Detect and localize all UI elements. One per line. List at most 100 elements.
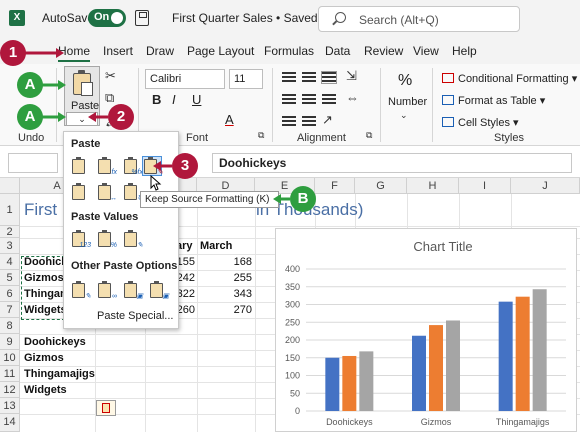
chart-bar[interactable] (446, 320, 460, 411)
chart-bar[interactable] (342, 355, 357, 411)
tab-insert[interactable]: Insert (103, 44, 133, 58)
value-cell: 255 (233, 272, 252, 284)
row-header[interactable]: 4 (0, 254, 20, 270)
alignment-dialog-launcher-icon[interactable]: ⧉ (366, 130, 372, 141)
chart-bar[interactable] (359, 351, 374, 411)
chart-bar[interactable] (429, 325, 443, 411)
row-header[interactable]: 7 (0, 302, 20, 318)
align-center-icon[interactable] (302, 94, 316, 105)
autosave-toggle[interactable]: On (88, 9, 126, 27)
chart-bar[interactable] (498, 301, 513, 411)
row-header[interactable]: 8 (0, 318, 20, 334)
font-name-select[interactable]: Calibri (145, 69, 225, 89)
chart-bar[interactable] (412, 335, 426, 411)
font-size-select[interactable]: 11 (229, 69, 263, 89)
align-bottom-icon[interactable] (321, 71, 337, 84)
chart-bar[interactable] (532, 289, 547, 411)
cut-icon[interactable]: ✂ (105, 68, 116, 84)
column-header[interactable]: G (355, 178, 407, 194)
number-format-button[interactable]: Number (388, 96, 427, 108)
y-tick-label: 200 (285, 335, 300, 345)
row-header[interactable]: 5 (0, 270, 20, 286)
keep-column-widths-icon[interactable]: ↔ (97, 183, 117, 202)
font-color-button[interactable]: A (225, 112, 234, 127)
paste-formulas-icon[interactable]: fx (97, 157, 117, 176)
document-title[interactable]: First Quarter Sales • Saved▾ (172, 11, 326, 25)
name-box[interactable] (8, 153, 58, 173)
row-header[interactable]: 14 (0, 414, 20, 432)
tab-home[interactable]: Home (58, 44, 91, 62)
select-all-corner[interactable] (0, 178, 20, 194)
row-header[interactable]: 1 (0, 194, 20, 226)
paste-link-icon[interactable]: ∞ (97, 281, 117, 300)
tab-draw[interactable]: Draw (146, 44, 174, 58)
formula-input[interactable]: Doohickeys (212, 153, 572, 173)
tab-help[interactable]: Help (452, 44, 477, 58)
save-icon[interactable] (135, 10, 149, 26)
y-tick-label: 250 (285, 317, 300, 327)
conditional-formatting-button[interactable]: Conditional Formatting ▾ (442, 72, 577, 85)
tab-review[interactable]: Review (364, 44, 403, 58)
cell-styles-button[interactable]: Cell Styles ▾ (442, 116, 519, 129)
align-left-icon[interactable] (282, 94, 296, 105)
underline-button[interactable]: U (192, 92, 201, 107)
x-tick-label: Gizmos (421, 417, 452, 427)
row-header[interactable]: 9 (0, 334, 20, 350)
transpose-icon[interactable]: ↻ (123, 183, 143, 202)
row-header[interactable]: 3 (0, 238, 20, 254)
chart-bar[interactable] (325, 357, 340, 411)
increase-indent-icon[interactable] (302, 116, 316, 127)
paste-values-heading: Paste Values (71, 211, 139, 223)
bold-button[interactable]: B (152, 92, 161, 107)
italic-button[interactable]: I (172, 92, 176, 107)
search-input[interactable]: Search (Alt+Q) (318, 6, 520, 32)
row-header[interactable]: 2 (0, 226, 20, 238)
column-header[interactable]: I (459, 178, 511, 194)
x-tick-label: Thingamajigs (496, 417, 550, 427)
column-header[interactable]: F (315, 178, 355, 194)
formatting-icon[interactable]: ✎ (71, 281, 91, 300)
tab-data[interactable]: Data (325, 44, 350, 58)
column-header[interactable]: H (407, 178, 459, 194)
row-header[interactable]: 11 (0, 366, 20, 382)
format-as-table-button[interactable]: Format as Table ▾ (442, 94, 545, 107)
values-icon[interactable]: 123 (71, 230, 91, 249)
chart-area[interactable]: Chart Title 0 50 100 150 200 250 300 350 400 Dooh… (275, 228, 577, 432)
paste-dropdown-button[interactable]: ⌄ (66, 112, 98, 126)
alignment-group-label: Alignment (297, 132, 346, 144)
font-dialog-launcher-icon[interactable]: ⧉ (258, 130, 264, 141)
row-header[interactable]: 13 (0, 398, 20, 414)
paste-options-icon[interactable] (96, 400, 116, 416)
styles-group-label: Styles (494, 132, 524, 144)
linked-picture-icon[interactable]: ▣ (149, 281, 169, 300)
align-middle-icon[interactable] (302, 72, 316, 83)
paste-icon[interactable] (71, 157, 89, 175)
merge-icon[interactable]: ⇔ (346, 90, 359, 105)
tab-formulas[interactable]: Formulas (264, 44, 314, 58)
tab-view[interactable]: View (413, 44, 439, 58)
chevron-down-icon[interactable]: ⌄ (400, 110, 408, 121)
tab-page-layout[interactable]: Page Layout (187, 44, 254, 58)
values-number-format-icon[interactable]: % (97, 230, 117, 249)
orientation-icon[interactable]: ↗ (322, 112, 333, 128)
no-borders-icon[interactable] (71, 183, 89, 201)
value-cell: 270 (233, 304, 252, 316)
excel-logo-icon: X (9, 10, 25, 26)
copy-icon[interactable]: ⧉ (105, 90, 114, 106)
decrease-indent-icon[interactable] (282, 116, 296, 127)
values-source-formatting-icon[interactable]: ✎ (123, 230, 143, 249)
wrap-text-icon[interactable]: ⇲ (346, 68, 357, 84)
chart-bar[interactable] (515, 296, 530, 411)
align-top-icon[interactable] (282, 72, 296, 83)
row-header[interactable]: 12 (0, 382, 20, 398)
paste-formulas-number-format-icon[interactable]: %fx (123, 157, 143, 176)
other-paste-options-heading: Other Paste Options (71, 260, 178, 272)
toggle-state-label: On (94, 11, 110, 23)
keep-source-formatting-icon[interactable]: ✎ (142, 156, 163, 176)
align-right-icon[interactable] (322, 94, 336, 105)
column-header[interactable]: J (511, 178, 580, 194)
picture-icon[interactable]: ▣ (123, 281, 143, 300)
row-header[interactable]: 6 (0, 286, 20, 302)
row-header[interactable]: 10 (0, 350, 20, 366)
paste-special-item[interactable]: Paste Special... (97, 310, 173, 322)
